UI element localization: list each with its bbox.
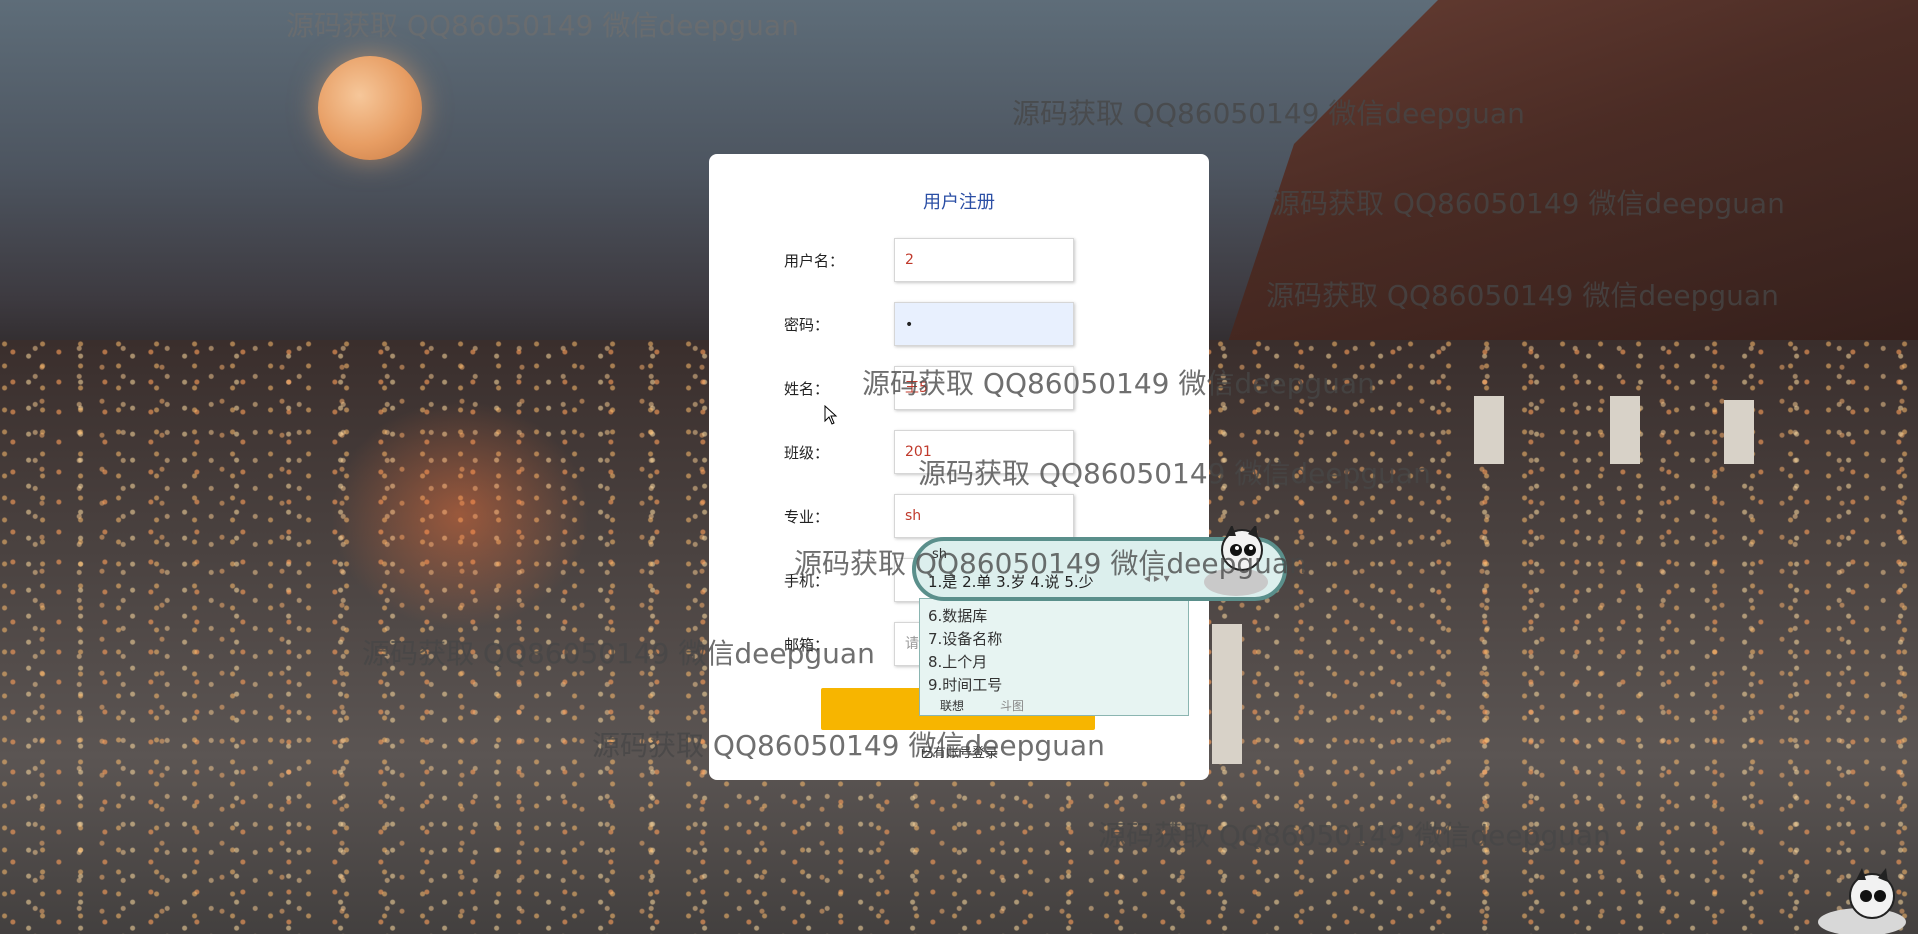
- ime-candidate-item[interactable]: 7.设备名称: [928, 628, 1002, 649]
- ime-pinyin: sh: [932, 547, 948, 562]
- tower-building: [1724, 400, 1754, 464]
- ime-candidate-item[interactable]: 8.上个月: [928, 651, 987, 672]
- ime-page-arrows-icon[interactable]: ◂ ▸ ▾: [1144, 571, 1170, 585]
- login-link[interactable]: 已有账号登录: [709, 742, 1209, 761]
- password-row: 密码： •: [784, 302, 1144, 348]
- password-input[interactable]: •: [894, 302, 1074, 346]
- cat-mascot-icon: [1818, 868, 1906, 934]
- major-label: 专业：: [784, 508, 830, 526]
- ime-tab-sticker[interactable]: 斗图: [1000, 697, 1024, 714]
- road-glow: [330, 400, 590, 630]
- password-label: 密码：: [784, 316, 830, 334]
- class-label: 班级：: [784, 444, 830, 462]
- moon: [318, 56, 422, 160]
- phone-label: 手机：: [784, 572, 830, 590]
- username-label: 用户名：: [784, 252, 845, 270]
- name-label: 姓名：: [784, 380, 830, 398]
- ime-tab-association[interactable]: 联想: [940, 697, 964, 714]
- tower-building: [1610, 396, 1640, 464]
- mouse-cursor-icon: [824, 405, 838, 425]
- class-row: 班级：: [784, 430, 1144, 476]
- page-title: 用户注册: [923, 192, 995, 213]
- cat-mascot-icon: [1204, 526, 1268, 596]
- name-row: 姓名：: [784, 366, 1144, 412]
- ime-candidate-item[interactable]: 6.数据库: [928, 605, 987, 626]
- tower-building: [1212, 624, 1242, 764]
- ime-candidate-item[interactable]: 9.时间工号: [928, 674, 1002, 695]
- username-input[interactable]: [894, 238, 1074, 282]
- email-label: 邮箱：: [784, 636, 830, 654]
- username-row: 用户名：: [784, 238, 1144, 284]
- major-input[interactable]: [894, 494, 1074, 538]
- ime-candidate-list: 6.数据库 7.设备名称 8.上个月 9.时间工号 联想 斗图: [919, 598, 1189, 716]
- major-row: 专业：: [784, 494, 1144, 540]
- name-input[interactable]: [894, 366, 1074, 410]
- ime-candidates[interactable]: 1.是 2.单 3.岁 4.说 5.少: [928, 571, 1094, 592]
- class-input[interactable]: [894, 430, 1074, 474]
- tower-building: [1474, 396, 1504, 464]
